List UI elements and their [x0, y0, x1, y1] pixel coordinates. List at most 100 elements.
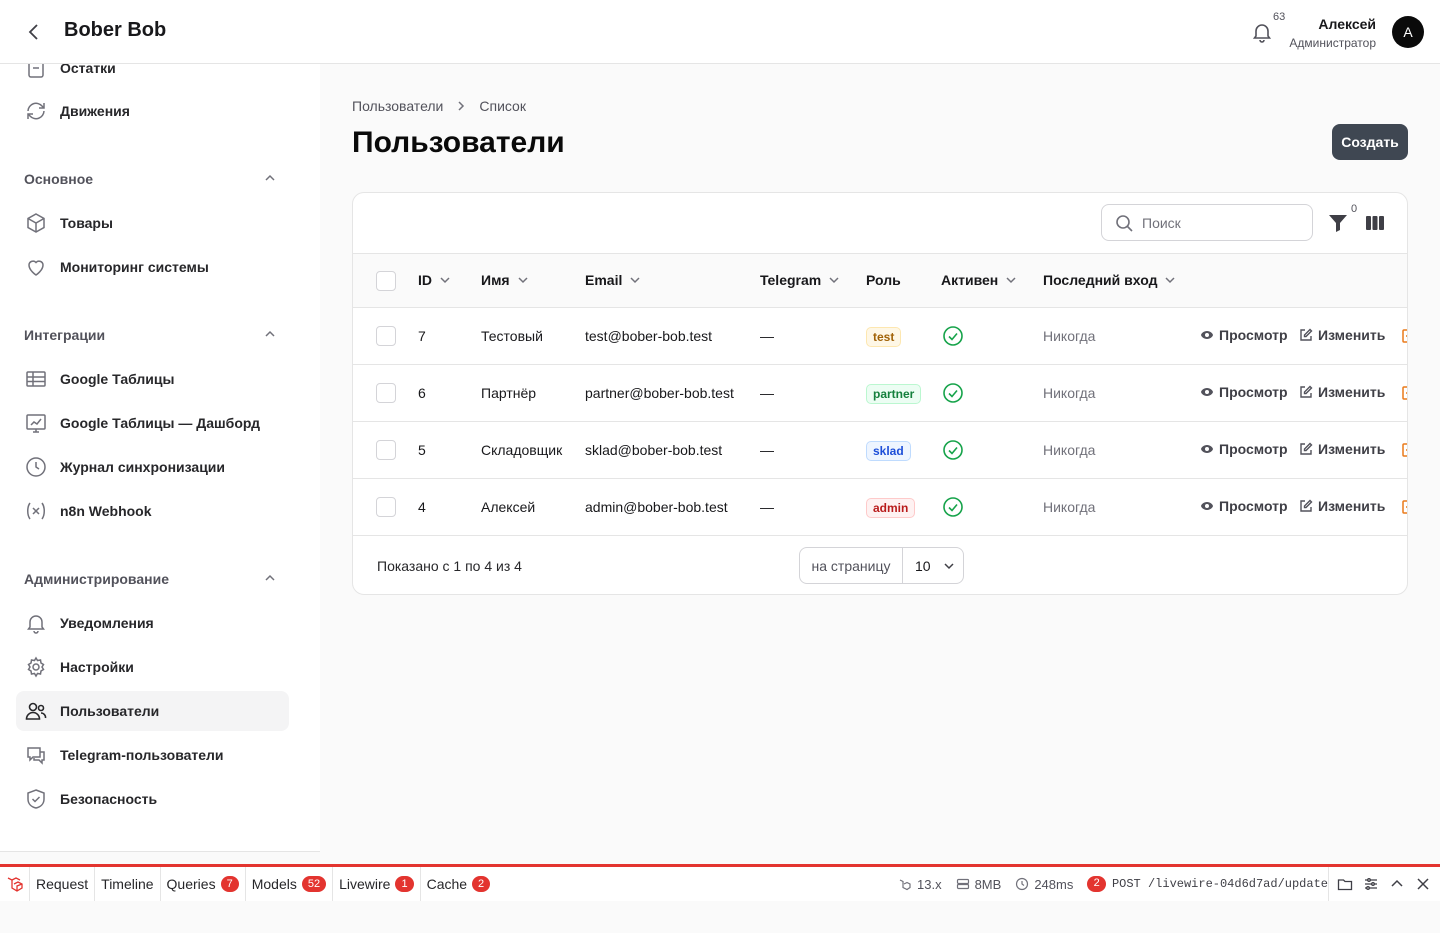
- breadcrumb-users[interactable]: Пользователи: [352, 98, 443, 114]
- sidebar-item-movements[interactable]: Движения: [16, 91, 289, 131]
- view-button[interactable]: Просмотр: [1200, 384, 1288, 400]
- sidebar-item-notifications[interactable]: Уведомления: [16, 603, 289, 643]
- refresh-icon: [27, 102, 45, 120]
- cell-id: 4: [418, 499, 426, 515]
- column-last-login[interactable]: Последний вход: [1043, 272, 1177, 288]
- column-id[interactable]: ID: [418, 272, 452, 288]
- group-integrations[interactable]: Интеграции: [24, 327, 105, 343]
- row-checkbox[interactable]: [376, 440, 396, 460]
- variable-icon: [27, 502, 45, 520]
- chevron-up-icon[interactable]: [1389, 876, 1405, 892]
- debug-tab-models[interactable]: Models 52: [246, 867, 334, 901]
- sidebar-item-google-sheets[interactable]: Google Таблицы: [16, 359, 289, 399]
- settings-sliders-icon[interactable]: [1363, 876, 1379, 892]
- notifications-count: 63: [1273, 11, 1286, 23]
- memory-usage: 8MB: [956, 877, 1001, 892]
- edit-icon: [1300, 328, 1313, 341]
- chevron-left-icon[interactable]: [22, 20, 46, 44]
- chevron-down-icon: [440, 277, 450, 284]
- server-icon: [956, 878, 969, 890]
- edit-button[interactable]: Изменить: [1299, 384, 1385, 400]
- debug-tab-timeline[interactable]: Timeline: [95, 867, 161, 901]
- table-row[interactable]: 5 Складовщик sklad@bober-bob.test — skla…: [353, 422, 1408, 479]
- login-as-icon[interactable]: [1402, 442, 1408, 458]
- cell-id: 5: [418, 442, 426, 458]
- pagination-summary: Показано с 1 по 4 из 4: [377, 558, 522, 574]
- edit-icon: [1300, 385, 1313, 398]
- edit-button[interactable]: Изменить: [1299, 327, 1385, 343]
- request-select[interactable]: 2 POST /livewire-04d6d7ad/update: [1087, 876, 1328, 892]
- view-label: Просмотр: [1219, 384, 1288, 400]
- view-button[interactable]: Просмотр: [1200, 498, 1288, 514]
- column-label: Email: [585, 272, 623, 288]
- columns-icon[interactable]: [1364, 212, 1386, 234]
- row-checkbox[interactable]: [376, 383, 396, 403]
- duration-text: 248ms: [1034, 876, 1074, 892]
- tab-label: Cache: [426, 876, 468, 892]
- folder-icon[interactable]: [1337, 876, 1353, 892]
- close-icon[interactable]: [1415, 876, 1431, 892]
- sidebar-item-label: Настройки: [60, 659, 134, 675]
- select-all-checkbox[interactable]: [376, 271, 396, 291]
- sidebar-item-n8n-webhook[interactable]: n8n Webhook: [16, 491, 289, 531]
- edit-button[interactable]: Изменить: [1299, 498, 1385, 514]
- cube-icon: [27, 213, 45, 233]
- avatar[interactable]: A: [1392, 16, 1424, 48]
- column-email[interactable]: Email: [585, 272, 642, 288]
- eye-icon: [1201, 388, 1213, 396]
- sidebar-item-sheets-dashboard[interactable]: Google Таблицы — Дашборд: [16, 403, 289, 443]
- sidebar-item-label: Google Таблицы: [60, 371, 175, 387]
- debug-tab-cache[interactable]: Cache 2: [421, 867, 497, 901]
- check-circle-icon: [943, 383, 963, 403]
- sidebar-item-telegram-users[interactable]: Telegram-пользователи: [16, 735, 289, 775]
- sidebar-item-label: n8n Webhook: [60, 503, 152, 519]
- table-row[interactable]: 7 Тестовый test@bober-bob.test — test Ни…: [353, 308, 1408, 365]
- breadcrumb: Пользователи Список: [352, 98, 526, 114]
- table-row[interactable]: 6 Партнёр partner@bober-bob.test — partn…: [353, 365, 1408, 422]
- sidebar-item-settings[interactable]: Настройки: [16, 647, 289, 687]
- column-telegram[interactable]: Telegram: [760, 272, 841, 288]
- laravel-logo-icon[interactable]: [0, 867, 30, 901]
- chevron-up-icon[interactable]: [262, 170, 278, 186]
- row-checkbox[interactable]: [376, 497, 396, 517]
- chevron-down-icon: [518, 277, 528, 284]
- column-name[interactable]: Имя: [481, 272, 530, 288]
- cell-email: admin@bober-bob.test: [585, 499, 728, 515]
- bell-icon[interactable]: [1250, 20, 1274, 44]
- chevron-up-icon[interactable]: [262, 326, 278, 342]
- sidebar-item-label: Журнал синхронизации: [60, 459, 226, 475]
- table-row[interactable]: 4 Алексей admin@bober-bob.test — admin Н…: [353, 479, 1408, 536]
- view-button[interactable]: Просмотр: [1200, 441, 1288, 457]
- view-button[interactable]: Просмотр: [1200, 327, 1288, 343]
- sidebar-item-products[interactable]: Товары: [16, 203, 289, 243]
- sidebar-item-sync-log[interactable]: Журнал синхронизации: [16, 447, 289, 487]
- sidebar-item-label: Движения: [60, 103, 130, 119]
- edit-button[interactable]: Изменить: [1299, 441, 1385, 457]
- debug-tab-queries[interactable]: Queries 7: [161, 867, 246, 901]
- chevron-right-icon: [458, 101, 465, 111]
- group-administration[interactable]: Администрирование: [24, 571, 169, 587]
- column-active[interactable]: Активен: [941, 272, 1018, 288]
- filter-icon[interactable]: [1327, 212, 1349, 234]
- login-as-icon[interactable]: [1402, 328, 1408, 344]
- sidebar-item-stock[interactable]: Остатки: [16, 64, 289, 88]
- create-button[interactable]: Создать: [1332, 124, 1408, 160]
- login-as-icon[interactable]: [1402, 385, 1408, 401]
- sidebar-item-monitoring[interactable]: Мониторинг системы: [16, 247, 289, 287]
- chevron-up-icon[interactable]: [262, 570, 278, 586]
- debug-tab-livewire[interactable]: Livewire 1: [333, 867, 421, 901]
- sidebar-item-users[interactable]: Пользователи: [16, 691, 289, 731]
- row-checkbox[interactable]: [376, 326, 396, 346]
- search-input[interactable]: [1142, 214, 1302, 231]
- users-icon: [25, 702, 47, 720]
- group-main[interactable]: Основное: [24, 171, 93, 187]
- column-role: Роль: [866, 272, 901, 288]
- per-page-label: на страницу: [800, 548, 903, 583]
- login-as-icon[interactable]: [1402, 499, 1408, 515]
- per-page-dropdown[interactable]: 10: [903, 548, 963, 583]
- debug-tools: [1328, 867, 1431, 901]
- chevron-down-icon: [829, 277, 839, 284]
- sidebar-item-security[interactable]: Безопасность: [16, 779, 289, 819]
- debug-tab-request[interactable]: Request: [30, 867, 96, 901]
- role-badge: partner: [866, 384, 922, 404]
